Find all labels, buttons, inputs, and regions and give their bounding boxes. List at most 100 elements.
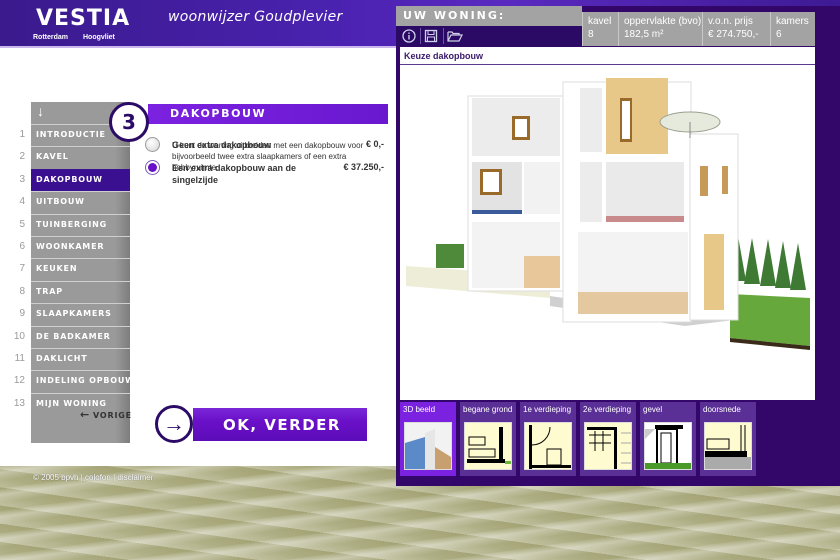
view-selector: 3D beeld begane grond 1e verdieping 2e v… bbox=[400, 402, 840, 476]
logo-subtitle-left: Rotterdam bbox=[33, 34, 69, 41]
step-item-daklicht[interactable]: 11 DAKLICHT bbox=[15, 348, 130, 370]
view-begane-grond[interactable]: begane grond bbox=[460, 402, 516, 476]
step-number: 1 bbox=[19, 129, 25, 140]
step-label: DAKOPBOUW bbox=[36, 174, 103, 184]
stat-oppervlakte: oppervlakte (bvo) 182,5 m² bbox=[618, 12, 702, 46]
stat-kamers: kamers 6 bbox=[770, 12, 815, 46]
step-item-woonkamer[interactable]: 6 WOONKAMER bbox=[19, 236, 130, 258]
option-price: € 37.250,- bbox=[343, 162, 384, 172]
step-number: 13 bbox=[13, 397, 25, 409]
stat-value: 8 bbox=[588, 29, 594, 40]
radio-button[interactable] bbox=[145, 137, 160, 152]
view-2e-verdieping[interactable]: 2e verdieping bbox=[580, 402, 636, 476]
step-label: UITBOUW bbox=[36, 197, 85, 207]
house-viewer: Keuze dakopbouw bbox=[400, 47, 815, 400]
step-item-trap[interactable]: 8 TRAP bbox=[19, 280, 130, 303]
stat-kavel: kavel 8 bbox=[582, 12, 618, 46]
3d-thumbnail bbox=[404, 422, 452, 470]
toolbar-divider bbox=[443, 28, 444, 44]
step-label: INDELING OPBOUW bbox=[36, 376, 135, 386]
view-label: begane grond bbox=[463, 405, 513, 414]
view-1e-verdieping[interactable]: 1e verdieping bbox=[520, 402, 576, 476]
step-item-slaapkamers[interactable]: 9 SLAAPKAMERS bbox=[19, 303, 130, 325]
option-label: Een extra dakopbouw aan de singelzijde bbox=[172, 163, 297, 185]
step-number: 7 bbox=[19, 263, 25, 275]
logo-wordmark: VESTIA bbox=[36, 6, 131, 31]
copyright-text: © 2005 bpvh bbox=[33, 473, 79, 482]
step-item-uitbouw[interactable]: 4 UITBOUW bbox=[19, 191, 130, 213]
open-folder-icon[interactable] bbox=[447, 28, 463, 44]
uw-woning-title: UW WONING: bbox=[403, 9, 506, 22]
stat-label: oppervlakte (bvo) bbox=[624, 16, 702, 27]
floorplan-second-thumbnail bbox=[584, 422, 632, 470]
floorplan-first-thumbnail bbox=[524, 422, 572, 470]
facade-thumbnail bbox=[644, 422, 692, 470]
step-label: INTRODUCTIE bbox=[36, 130, 106, 139]
step-item-dakopbouw[interactable]: 3 DAKOPBOUW bbox=[19, 168, 130, 191]
stat-label: kamers bbox=[776, 16, 809, 27]
step-number: 10 bbox=[13, 330, 25, 342]
step-number: 3 bbox=[19, 173, 25, 185]
radio-button[interactable] bbox=[145, 160, 160, 175]
step-label: DAKLICHT bbox=[36, 354, 88, 363]
view-label: 1e verdieping bbox=[523, 405, 572, 414]
stat-von-prijs: v.o.n. prijs € 274.750,- bbox=[702, 12, 770, 46]
step-label: TUINBERGING bbox=[36, 219, 107, 229]
step-number: 2 bbox=[19, 151, 25, 163]
viewer-title: Keuze dakopbouw bbox=[400, 47, 815, 65]
footer-separator: | bbox=[113, 473, 116, 482]
step-number: 11 bbox=[14, 353, 25, 364]
house-3d-image bbox=[406, 78, 810, 350]
view-gevel[interactable]: gevel bbox=[640, 402, 696, 476]
step-label: MIJN WONING bbox=[36, 398, 107, 408]
view-label: doorsnede bbox=[703, 405, 741, 414]
step-label: SLAAPKAMERS bbox=[36, 309, 112, 319]
view-doorsnede[interactable]: doorsnede bbox=[700, 402, 756, 476]
ok-verder-label: OK, VERDER bbox=[223, 416, 341, 434]
option-label: Geen extra dakopbouw bbox=[172, 140, 272, 150]
view-label: 3D beeld bbox=[403, 405, 436, 414]
step-item-tuinberging[interactable]: 5 TUINBERGING bbox=[19, 213, 130, 236]
step-number: 5 bbox=[19, 218, 25, 230]
colofon-link[interactable]: colofon bbox=[85, 473, 111, 482]
step-item-indeling-opbouw[interactable]: 12 INDELING OPBOUW bbox=[14, 370, 134, 392]
option-extra-dakopbouw[interactable]: Een extra dakopbouw aan de singelzijde €… bbox=[145, 160, 390, 190]
step-number: 12 bbox=[13, 375, 25, 387]
stat-value: 6 bbox=[776, 29, 782, 40]
left-panel: ↓ 1 INTRODUCTIE 2 KAVEL 3 DAKOPBOUW 4 UITBOUW 5 T… bbox=[0, 46, 396, 466]
section-thumbnail bbox=[704, 422, 752, 470]
step-number: 4 bbox=[19, 196, 25, 208]
stat-value: € 274.750,- bbox=[708, 29, 759, 40]
option-price: € 0,- bbox=[365, 139, 384, 149]
previous-button[interactable]: ← VORIGE bbox=[80, 408, 132, 421]
view-3d-beeld[interactable]: 3D beeld bbox=[400, 402, 456, 476]
step-label: DE BADKAMER bbox=[36, 331, 111, 341]
toolbar bbox=[396, 26, 582, 46]
vestia-logo[interactable]: VESTIA Rotterdam Hoogvliet bbox=[32, 6, 132, 44]
save-icon[interactable] bbox=[423, 28, 439, 44]
step-number: 8 bbox=[19, 285, 25, 297]
ok-verder-bar: OK, VERDER bbox=[193, 408, 367, 441]
section-header: DAKOPBOUW bbox=[148, 104, 388, 124]
uw-woning-panel: UW WONING: kavel 8 oppervlakte (bvo) 182… bbox=[396, 6, 840, 486]
previous-label: VORIGE bbox=[93, 411, 132, 420]
stat-label: kavel bbox=[588, 16, 612, 27]
app-title: woonwijzer Goudplevier bbox=[168, 9, 343, 25]
step-item-keuken[interactable]: 7 KEUKEN bbox=[19, 258, 130, 280]
info-icon[interactable] bbox=[401, 28, 417, 44]
floorplan-ground-thumbnail bbox=[464, 422, 512, 470]
step-number-badge: 3 bbox=[109, 102, 149, 142]
ok-verder-button[interactable]: → OK, VERDER bbox=[155, 405, 367, 443]
stat-value: 182,5 m² bbox=[624, 29, 664, 40]
step-item-kavel[interactable]: 2 KAVEL bbox=[19, 146, 130, 168]
arrow-right-icon: → bbox=[155, 405, 193, 443]
step-item-de-badkamer[interactable]: 10 DE BADKAMER bbox=[14, 325, 130, 348]
step-number: 6 bbox=[19, 241, 25, 252]
disclaimer-link[interactable]: disclaimer bbox=[117, 473, 153, 482]
toolbar-divider bbox=[420, 28, 421, 44]
step-number: 9 bbox=[19, 308, 25, 320]
step-label: KAVEL bbox=[36, 152, 69, 162]
logo-subtitle-right: Hoogvliet bbox=[83, 34, 115, 41]
step-label: WOONKAMER bbox=[36, 242, 105, 251]
view-label: 2e verdieping bbox=[583, 405, 632, 414]
